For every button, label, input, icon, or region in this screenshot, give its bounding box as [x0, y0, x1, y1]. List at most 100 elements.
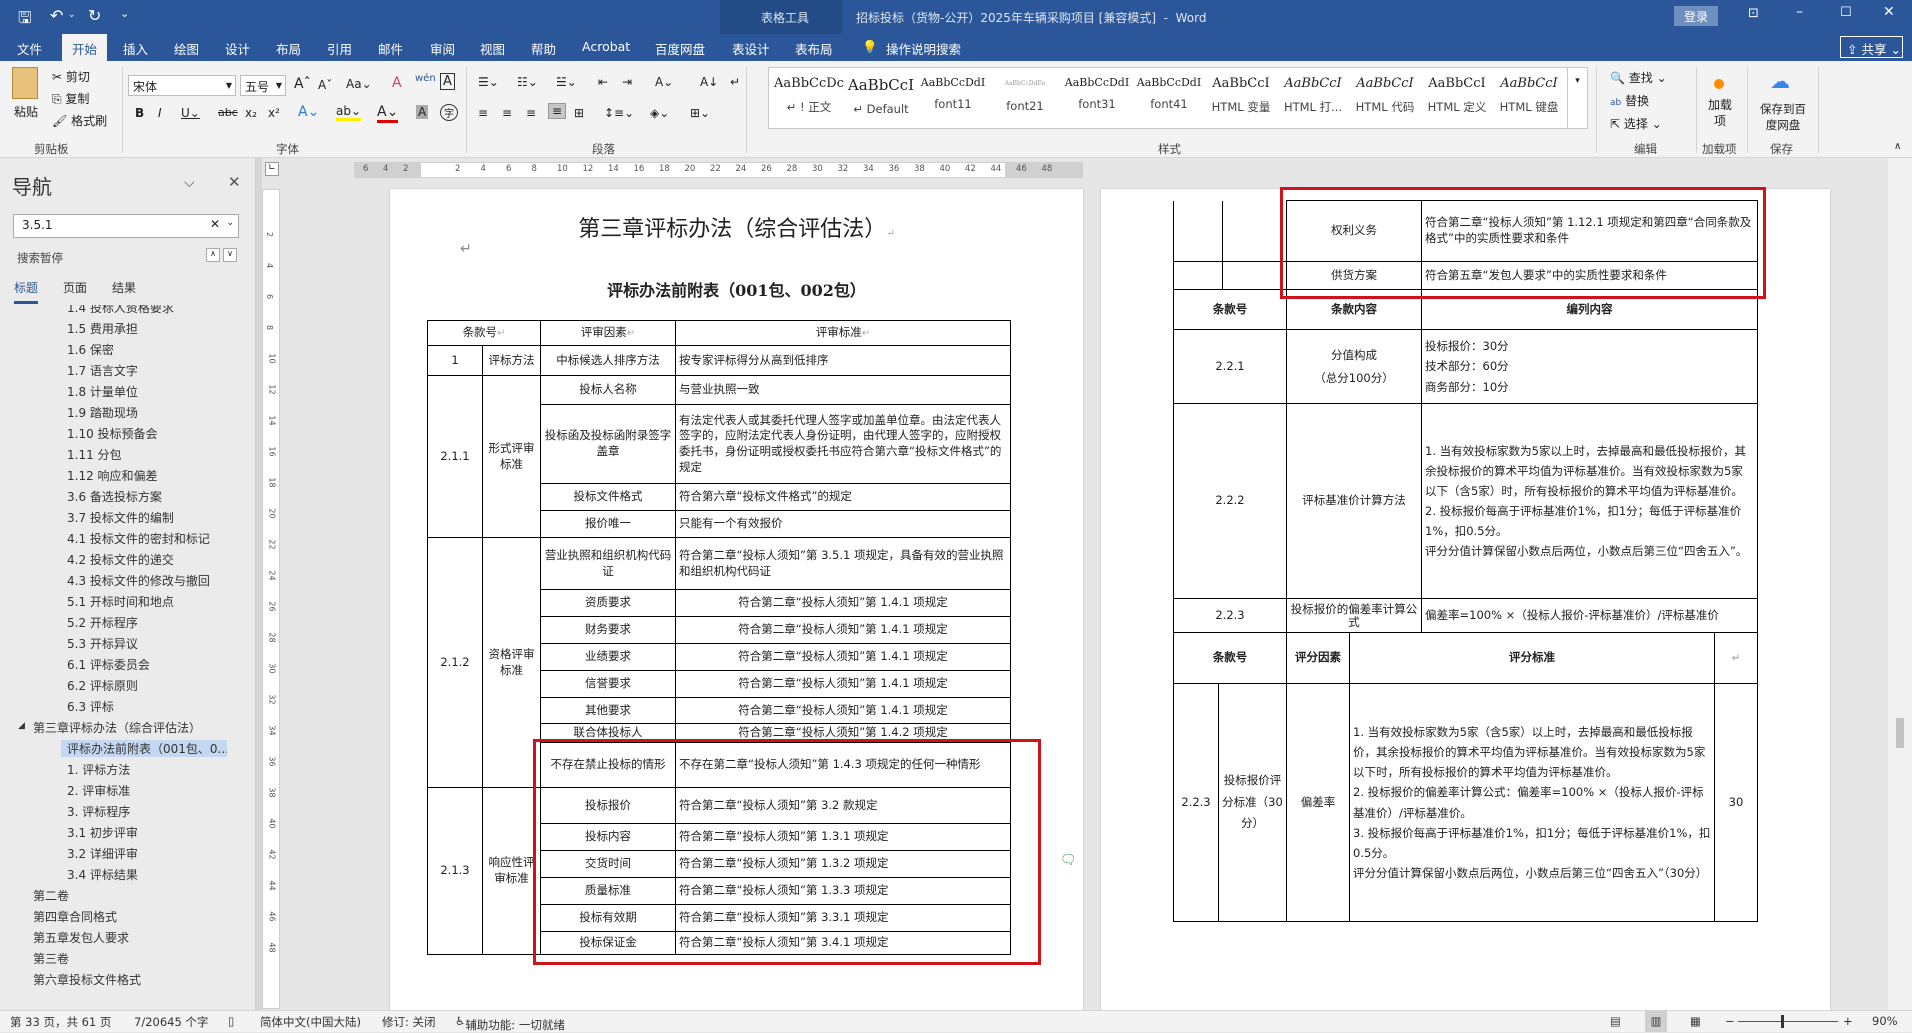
nav-options-icon[interactable]: ⌵ [184, 175, 195, 191]
text-effects-icon[interactable]: A⌄ [298, 104, 319, 120]
page-count[interactable]: 第 33 页，共 61 页 [10, 1014, 111, 1030]
tab-design[interactable]: 设计 [225, 39, 250, 58]
style-item[interactable]: AaBbCcDdI font41 [1133, 68, 1205, 128]
vertical-scrollbar[interactable] [1888, 158, 1912, 1010]
line-spacing-icon[interactable]: ↕≡⌄ [604, 106, 634, 120]
show-marks-icon[interactable]: ↵ [730, 75, 740, 89]
horizontal-ruler[interactable]: 6 4 2 2 4 6 8 10 12 14 16 18 20 22 24 26 28 30 32 34 36 38 40 4… [354, 162, 1083, 178]
sort-icon[interactable]: A↓ [700, 75, 718, 89]
subscript-button[interactable]: x₂ [245, 106, 257, 120]
tab-insert[interactable]: 插入 [123, 39, 148, 58]
highlight-icon[interactable]: ab⌄ [336, 104, 362, 121]
style-item[interactable]: AaBbCcDc ↵ ! 正文 [773, 68, 845, 128]
increase-indent-icon[interactable]: ⇥ [622, 75, 632, 89]
nav-heading-item[interactable]: 第三卷 [33, 950, 69, 967]
nav-heading-item[interactable]: 第五章发包人要求 [33, 929, 129, 946]
bold-button[interactable]: B [135, 106, 144, 120]
word-count[interactable]: 7/20645 个字 [134, 1014, 208, 1030]
comment-icon[interactable]: 🗨 [1060, 853, 1077, 868]
style-item[interactable]: AaBbCcDdI font11 [917, 68, 989, 128]
style-item[interactable]: AaBbCcI HTML 打... [1277, 68, 1349, 128]
nav-search-input[interactable]: 3.5.1 ✕ ⌄ [13, 214, 239, 238]
paste-button[interactable]: 粘贴 [14, 103, 38, 120]
nav-heading-item[interactable]: 1. 评标方法 [67, 761, 130, 778]
nav-heading-item[interactable]: 3.6 备选投标方案 [67, 488, 162, 505]
font-size-select[interactable]: 五号 ▼ [240, 75, 286, 96]
zoom-out-button[interactable]: − [1725, 1014, 1735, 1028]
save-to-baidu-button[interactable]: 保存到百度网盘 [1757, 101, 1809, 133]
underline-button[interactable]: U⌄ [181, 106, 200, 120]
paste-icon[interactable] [12, 67, 38, 99]
tab-home[interactable]: 开始 [62, 34, 108, 61]
tab-references[interactable]: 引用 [327, 39, 352, 58]
nav-heading-item[interactable]: 1.12 响应和偏差 [67, 467, 158, 484]
tab-view[interactable]: 视图 [480, 39, 505, 58]
addins-button[interactable]: 加载项 [1708, 97, 1732, 129]
nav-heading-item[interactable]: 6.2 评标原则 [67, 677, 138, 694]
customize-toolbar-icon[interactable]: ⌄ [120, 7, 129, 20]
tell-me-search[interactable]: 操作说明搜索 [886, 39, 961, 58]
nav-tab-results[interactable]: 结果 [112, 279, 136, 296]
share-button[interactable]: ⇪ 共享 ⌄ [1840, 36, 1903, 58]
italic-button[interactable]: I [158, 106, 162, 120]
chinese-layout-icon[interactable]: A⌄ [655, 75, 673, 89]
save-icon[interactable]: 🖫 [18, 7, 32, 34]
find-button[interactable]: 🔍 查找 ⌄ [1610, 69, 1667, 86]
character-shading-icon[interactable]: A [416, 105, 429, 119]
redo-icon[interactable]: ↻ [88, 6, 101, 25]
nav-heading-item[interactable]: 1.11 分包 [67, 446, 122, 463]
next-result-button[interactable]: ∨ [223, 248, 237, 262]
print-layout-icon[interactable]: ▥ [1645, 1011, 1667, 1032]
undo-dropdown-icon[interactable]: ⌄ [68, 10, 76, 20]
collapse-ribbon-icon[interactable]: ∧ [1894, 141, 1901, 152]
style-item[interactable]: AaBbCcI HTML 变量 [1205, 68, 1277, 128]
nav-heading-item[interactable]: 5.1 开标时间和地点 [67, 593, 174, 610]
nav-heading-item[interactable]: 2. 评审标准 [67, 782, 130, 799]
nav-heading-item[interactable]: 1.6 保密 [67, 341, 114, 358]
nav-heading-item[interactable]: 第四章合同格式 [33, 908, 117, 925]
zoom-level[interactable]: 90% [1872, 1014, 1898, 1028]
nav-tab-headings[interactable]: 标题 [14, 279, 39, 304]
decrease-indent-icon[interactable]: ⇤ [598, 75, 608, 89]
styles-more-button[interactable]: ▾ [1567, 68, 1587, 128]
nav-heading-item[interactable]: 第六章投标文件格式 [33, 971, 141, 988]
nav-heading-item[interactable]: 5.2 开标程序 [67, 614, 138, 631]
accessibility-status[interactable]: ♿ 辅助功能: 一切就绪 [455, 1014, 565, 1032]
bullets-icon[interactable]: ☰⌄ [478, 75, 499, 89]
nav-heading-item[interactable]: 6.1 评标委员会 [67, 656, 150, 673]
format-painter-button[interactable]: 🖌 格式刷 [52, 112, 107, 129]
minimize-button[interactable]: – [1796, 4, 1803, 20]
nav-tab-pages[interactable]: 页面 [63, 279, 87, 296]
tab-help[interactable]: 帮助 [531, 39, 556, 58]
font-color-icon[interactable]: A⌄ [377, 104, 399, 123]
zoom-in-button[interactable]: + [1843, 1014, 1853, 1028]
align-center-icon[interactable]: ≡ [502, 106, 512, 120]
enclose-characters-icon[interactable]: 字 [440, 104, 458, 121]
nav-heading-item[interactable]: 3.1 初步评审 [67, 824, 138, 841]
borders-icon[interactable]: ⊞⌄ [690, 106, 710, 120]
font-name-select[interactable]: 宋体 ▼ [128, 75, 236, 96]
clear-formatting-icon[interactable]: A [392, 75, 402, 91]
nav-heading-item[interactable]: 第二卷 [33, 887, 69, 904]
vertical-ruler[interactable]: 2 4 6 8 10 12 14 16 18 20 22 24 26 28 30 32 34 36 38 40 42 44… [262, 189, 280, 1009]
nav-heading-item[interactable]: 1.4 投标人资格要求 [67, 305, 174, 316]
zoom-slider-thumb[interactable] [1781, 1015, 1784, 1028]
nav-heading-item[interactable]: 1.8 计量单位 [67, 383, 138, 400]
nav-heading-item[interactable]: 1.7 语言文字 [67, 362, 138, 379]
search-options-icon[interactable]: ⌄ [226, 218, 234, 228]
tab-baidu-netdisk[interactable]: 百度网盘 [655, 39, 705, 58]
collapse-triangle-icon[interactable]: ◢ [18, 721, 25, 731]
shading-icon[interactable]: ◈⌄ [650, 106, 669, 120]
previous-result-button[interactable]: ∧ [206, 248, 220, 262]
copy-button[interactable]: ⎘ 复制 [52, 90, 89, 107]
zoom-slider[interactable] [1738, 1021, 1838, 1022]
change-case-icon[interactable]: Aa⌄ [346, 77, 372, 91]
tab-file[interactable]: 文件 [17, 39, 42, 58]
tab-mailings[interactable]: 邮件 [378, 39, 403, 58]
ribbon-display-icon[interactable]: ⊡ [1748, 6, 1759, 21]
nav-heading-item[interactable]: 5.3 开标异议 [67, 635, 138, 652]
nav-heading-item[interactable]: 3.4 评标结果 [67, 866, 138, 883]
distributed-icon[interactable]: ⊞ [574, 106, 584, 120]
maximize-button[interactable]: ☐ [1840, 5, 1852, 20]
style-item[interactable]: AaBbCcI ↵ Default [845, 68, 917, 128]
